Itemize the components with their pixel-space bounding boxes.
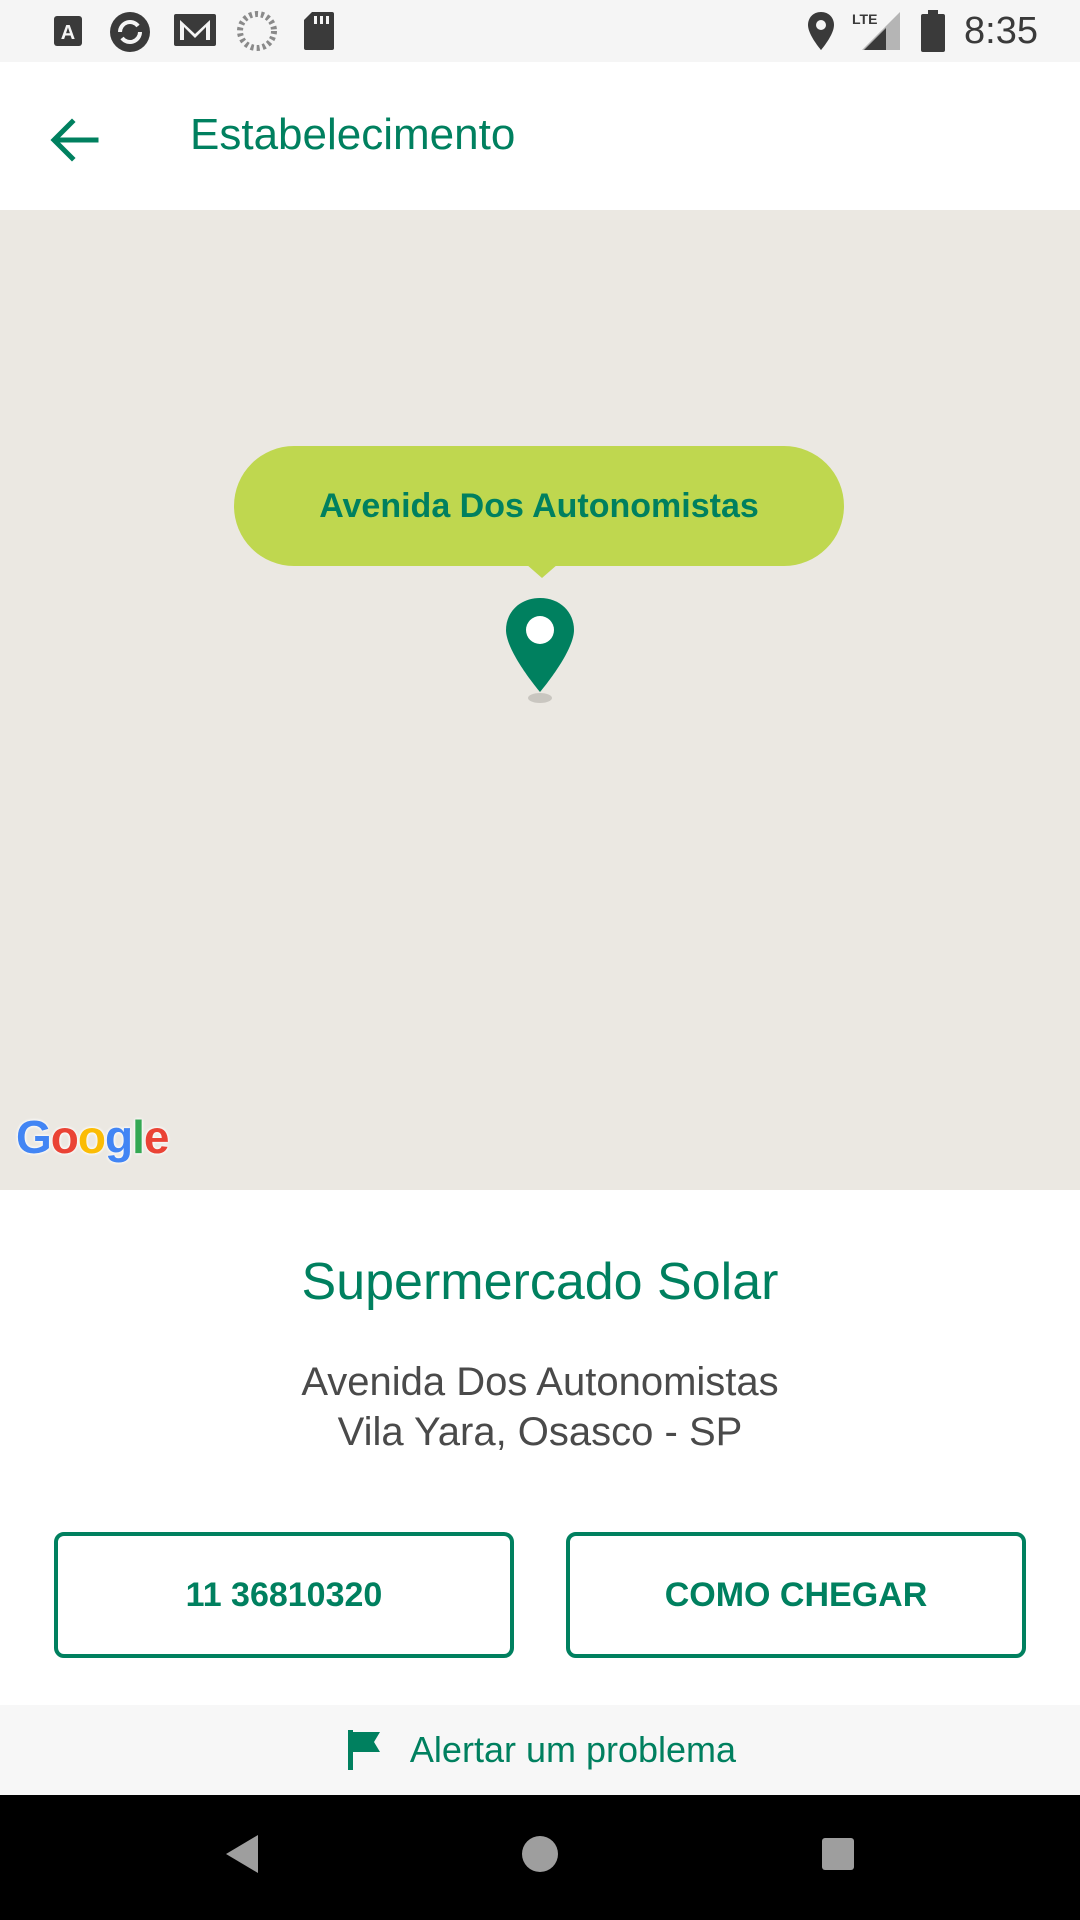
lte-signal-icon: LTE: [852, 11, 900, 50]
gmail-icon: [174, 14, 216, 46]
map-pin-icon[interactable]: [500, 594, 580, 706]
network-type-label: LTE: [852, 11, 877, 27]
home-circle-icon[interactable]: [518, 1831, 562, 1877]
store-name: Supermercado Solar: [301, 1253, 779, 1311]
flag-icon: [347, 1730, 380, 1770]
call-phone-button[interactable]: 11 36810320: [54, 1532, 514, 1658]
arrow-back-icon: [50, 118, 99, 162]
page-title: Estabelecimento: [190, 110, 516, 159]
font-download-icon: A: [54, 16, 82, 46]
recents-square-icon[interactable]: [818, 1831, 858, 1877]
address-line-1: Avenida Dos Autonomistas: [301, 1360, 779, 1404]
battery-icon: [921, 10, 945, 52]
system-nav-bar: [0, 1795, 1080, 1920]
report-problem-label: Alertar um problema: [409, 1729, 737, 1770]
map-location-bubble[interactable]: Avenida Dos Autonomistas: [234, 446, 844, 566]
status-bar: A LTE 8:35: [0, 0, 1080, 62]
back-button[interactable]: [38, 104, 110, 176]
google-logo: Google: [16, 1111, 169, 1163]
svg-text:A: A: [61, 22, 75, 44]
back-triangle-icon[interactable]: [222, 1831, 262, 1877]
address-line-2: Vila Yara, Osasco - SP: [337, 1410, 743, 1454]
loading-spinner-icon: [237, 11, 277, 51]
directions-button[interactable]: COMO CHEGAR: [566, 1532, 1026, 1658]
sd-card-icon: [304, 12, 334, 50]
bubble-tail: [526, 564, 558, 578]
map-view[interactable]: Avenida Dos Autonomistas Google: [0, 210, 1080, 1190]
status-time: 8:35: [964, 10, 1038, 52]
app-bar: Estabelecimento: [0, 62, 1080, 210]
location-icon: [808, 12, 834, 50]
sync-circle-icon: [110, 12, 150, 52]
report-problem-button[interactable]: Alertar um problema: [0, 1705, 1080, 1795]
